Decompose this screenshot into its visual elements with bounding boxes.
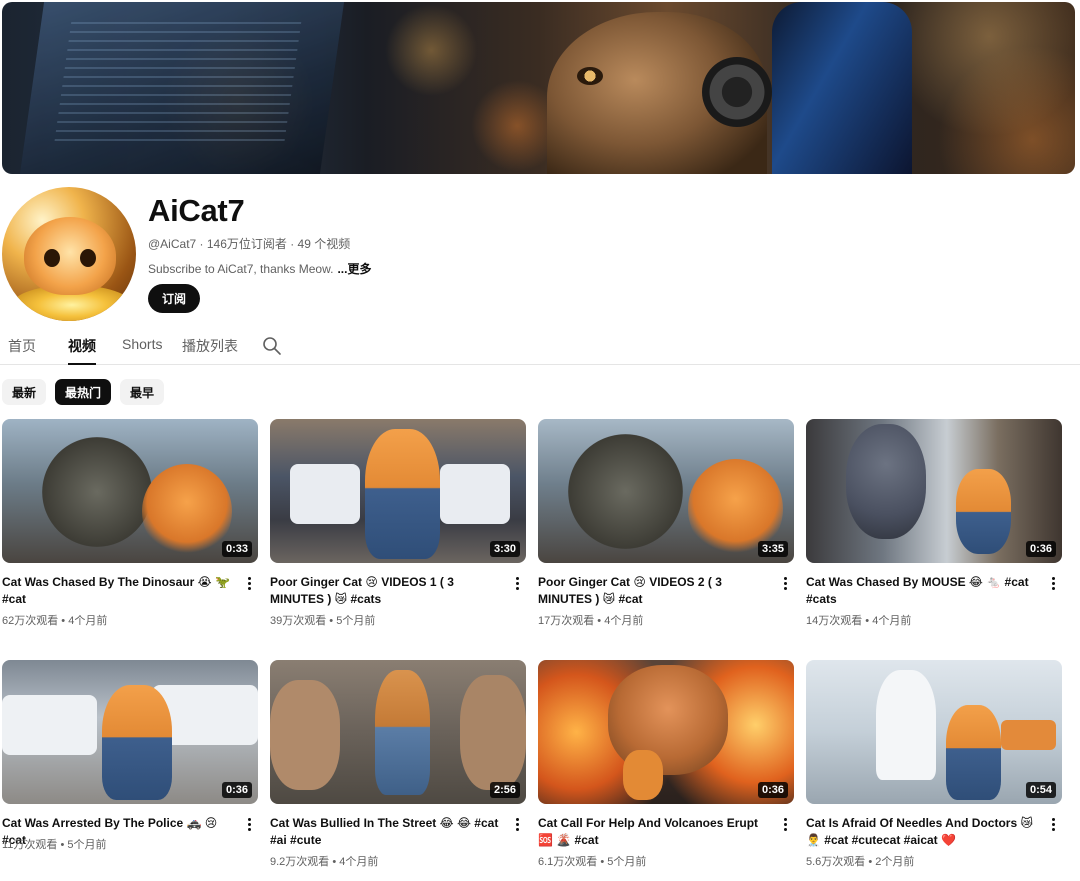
more-link[interactable]: ...更多 [337,262,371,276]
avatar-eye [44,249,60,267]
cat-art [956,469,1011,554]
giant-mouse-art [846,424,926,539]
cat-art [623,750,663,800]
police-car-art [440,464,510,524]
video-duration: 0:36 [221,782,252,798]
channel-banner [2,2,1075,174]
police-car-art [290,464,360,524]
more-vert-icon[interactable] [780,817,790,833]
banner-headset-art [702,57,772,127]
more-vert-icon[interactable] [512,576,522,592]
doctor-art [876,670,936,780]
video-thumbnail[interactable]: 0:36 [538,660,794,804]
video-stats: 17万次观看 • 4个月前 [538,615,644,627]
channel-description[interactable]: Subscribe to AiCat7, thanks Meow. ...更多 [148,260,371,277]
channel-tabs: 首页 视频 Shorts 播放列表 [0,330,1080,365]
cat-art [365,429,440,559]
dinosaur-art [568,434,683,549]
video-card[interactable]: 0:33 Cat Was Chased By The Dinosaur 😭 🦖 … [2,419,258,627]
avatar-cat-face [24,217,116,295]
banner-monitor-art [19,2,345,174]
more-vert-icon[interactable] [512,817,522,833]
police-car-art [2,695,97,755]
tab-playlists[interactable]: 播放列表 [182,336,238,365]
video-card[interactable]: 3:35 Poor Ginger Cat 😢 VIDEOS 2 ( 3 MINU… [538,419,794,627]
video-thumbnail[interactable]: 0:54 [806,660,1062,804]
video-card[interactable]: 2:56 Cat Was Bullied In The Street 😂 😂 #… [270,660,526,868]
video-stats: 39万次观看 • 5个月前 [270,615,376,627]
video-duration: 2:56 [489,782,520,798]
video-stats: 14万次观看 • 4个月前 [806,615,912,627]
video-duration: 0:54 [1025,782,1056,798]
avatar-eye [80,249,96,267]
cat-art [142,464,232,559]
crowd-art [270,680,340,790]
video-thumbnail[interactable]: 0:36 [2,660,258,804]
dinosaur-art [42,437,152,547]
more-vert-icon[interactable] [244,576,254,592]
video-stats: 9.2万次观看 • 4个月前 [270,856,379,868]
chip-oldest[interactable]: 最早 [120,379,165,405]
video-title[interactable]: Poor Ginger Cat 😢 VIDEOS 1 ( 3 MINUTES )… [270,574,505,608]
tab-videos[interactable]: 视频 [68,336,96,365]
channel-description-text: Subscribe to AiCat7, thanks Meow. [148,262,334,276]
video-duration: 3:30 [489,541,520,557]
crowd-art [460,675,526,790]
chip-latest[interactable]: 最新 [2,379,47,405]
video-title[interactable]: Poor Ginger Cat 😢 VIDEOS 2 ( 3 MINUTES )… [538,574,773,608]
video-stats: 6.1万次观看 • 5个月前 [538,856,647,868]
chairs-art [1001,720,1056,750]
tab-home[interactable]: 首页 [8,336,36,365]
more-vert-icon[interactable] [244,817,254,833]
video-card[interactable]: 0:36 Cat Call For Help And Volcanoes Eru… [538,660,794,868]
tab-shorts[interactable]: Shorts [122,336,162,365]
video-title[interactable]: Cat Call For Help And Volcanoes Erupt 🆘 … [538,815,773,849]
channel-name: AiCat7 [148,193,245,228]
video-card[interactable]: 0:54 Cat Is Afraid Of Needles And Doctor… [806,660,1062,868]
cat-art [102,685,172,800]
video-thumbnail[interactable]: 3:30 [270,419,526,563]
search-icon[interactable] [262,336,282,356]
video-thumbnail[interactable]: 3:35 [538,419,794,563]
more-vert-icon[interactable] [1048,576,1058,592]
video-duration: 0:33 [221,541,252,557]
video-stats: 5.6万次观看 • 2个月前 [806,856,915,868]
video-thumbnail[interactable]: 2:56 [270,660,526,804]
video-thumbnail[interactable]: 0:33 [2,419,258,563]
video-card[interactable]: 3:30 Poor Ginger Cat 😢 VIDEOS 1 ( 3 MINU… [270,419,526,627]
cat-art [946,705,1001,800]
video-title[interactable]: Cat Was Chased By The Dinosaur 😭 🦖 #cat [2,574,237,608]
video-card[interactable]: 0:36 Cat Was Chased By MOUSE 😂 🐁 #cat #c… [806,419,1062,627]
video-stats: 11万次观看 • 5个月前 [2,839,107,851]
video-stats: 62万次观看 • 4个月前 [2,615,108,627]
channel-meta: @AiCat7 · 146万位订阅者 · 49 个视频 [148,237,351,251]
banner-chair-art [772,2,912,174]
video-card[interactable]: 0:36 Cat Was Arrested By The Police 🚓 😢 … [2,660,258,851]
more-vert-icon[interactable] [1048,817,1058,833]
channel-avatar[interactable] [2,187,136,321]
cat-art [375,670,430,795]
video-duration: 0:36 [1025,541,1056,557]
video-thumbnail[interactable]: 0:36 [806,419,1062,563]
video-duration: 3:35 [757,541,788,557]
video-title[interactable]: Cat Is Afraid Of Needles And Doctors 😿 👨… [806,815,1041,849]
chip-popular[interactable]: 最热门 [55,379,112,405]
video-title[interactable]: Cat Was Bullied In The Street 😂 😂 #cat #… [270,815,505,849]
subscribe-button[interactable]: 订阅 [148,284,201,313]
more-vert-icon[interactable] [780,576,790,592]
video-title[interactable]: Cat Was Chased By MOUSE 😂 🐁 #cat #cats [806,574,1041,608]
video-duration: 0:36 [757,782,788,798]
